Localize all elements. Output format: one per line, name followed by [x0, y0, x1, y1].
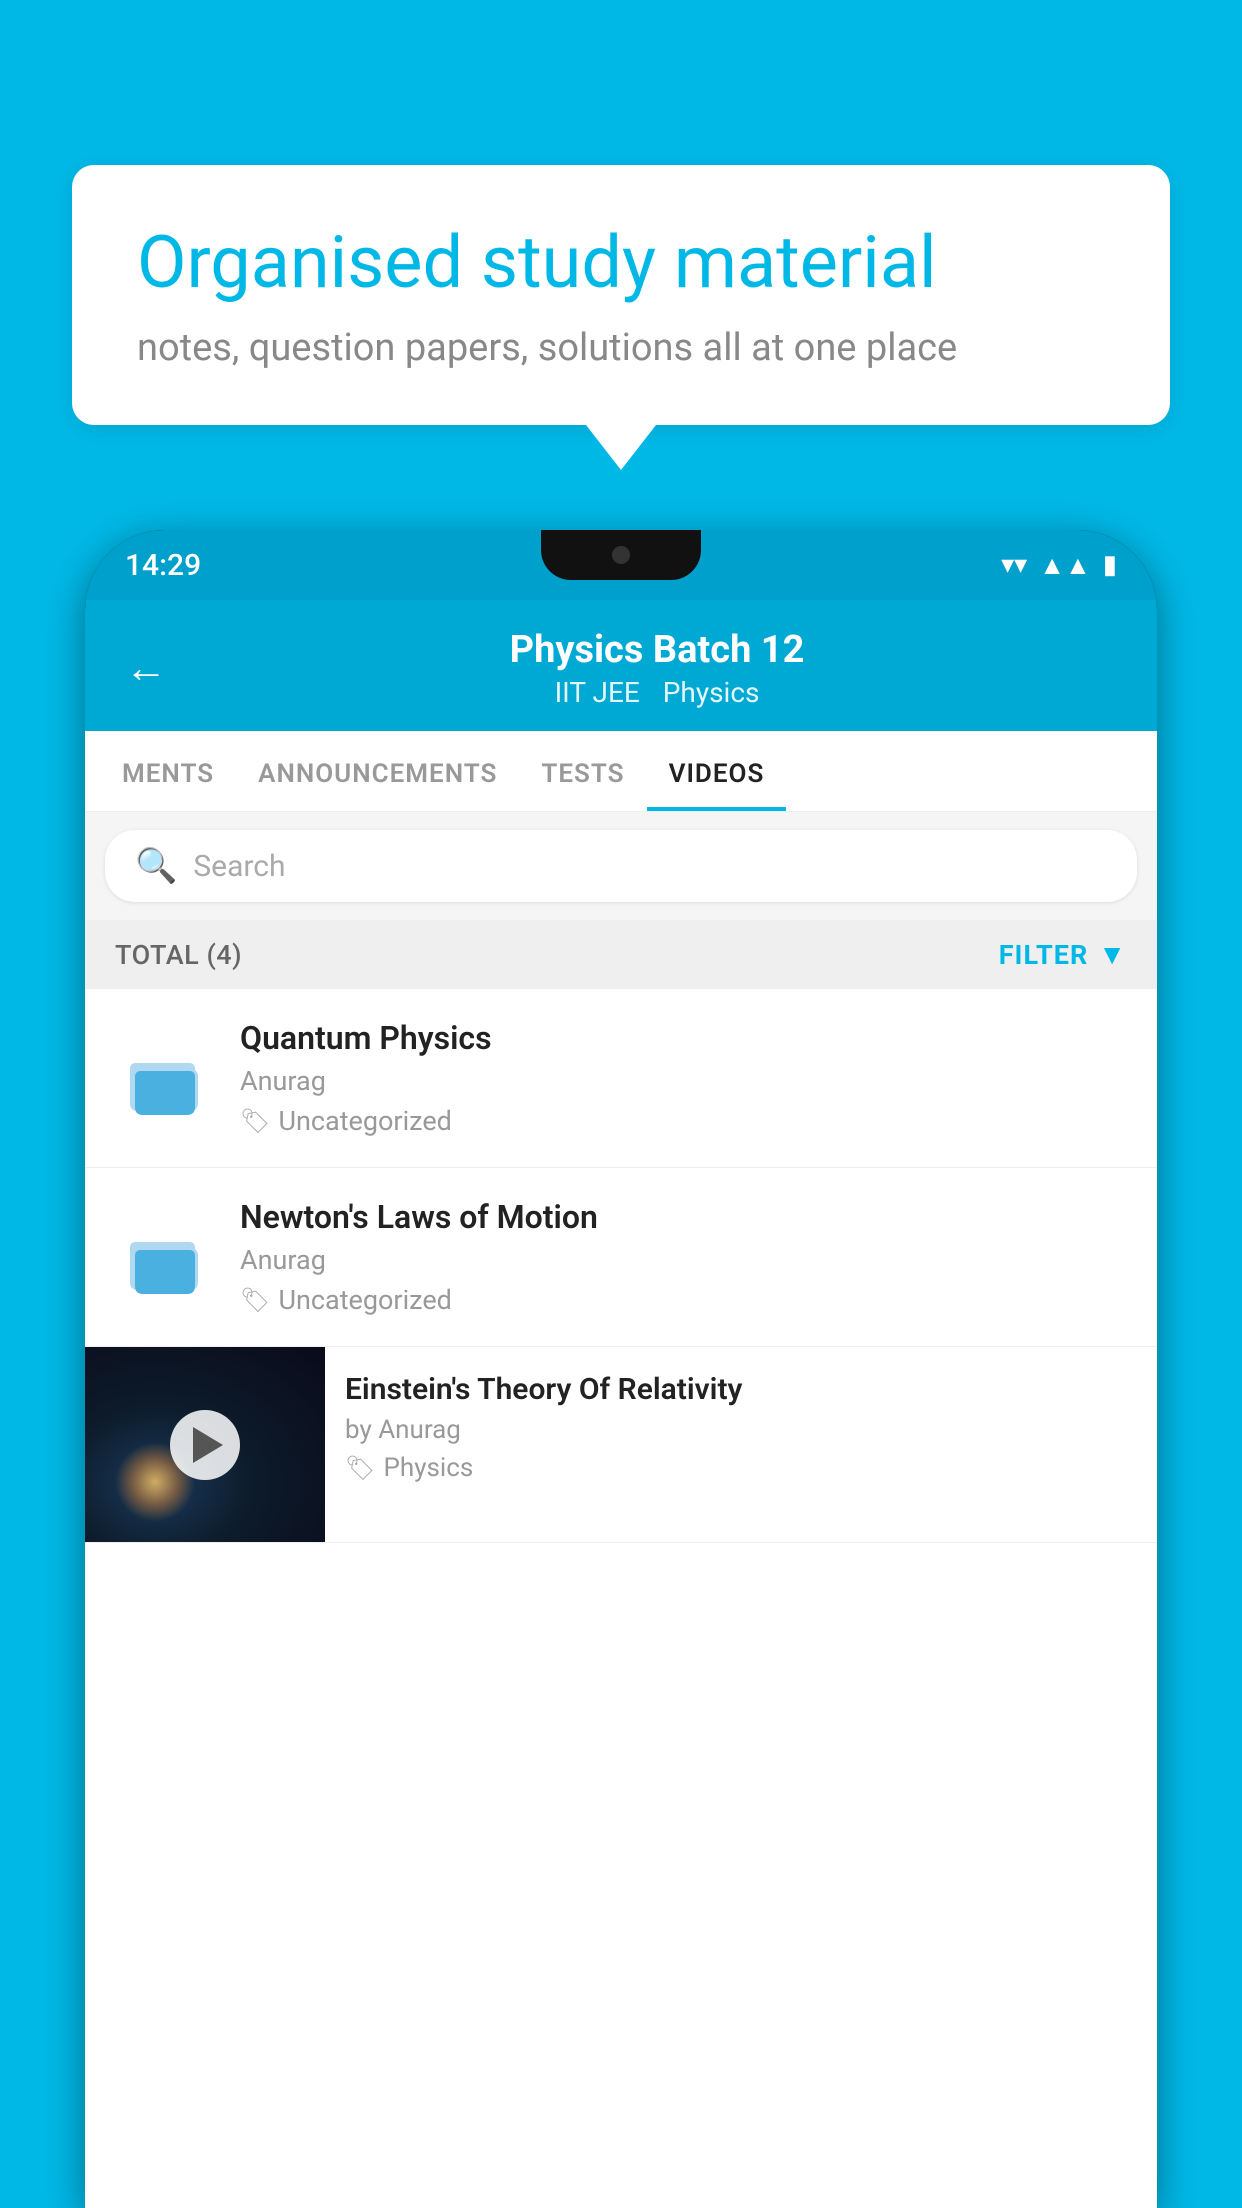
header-main-title: Physics Batch 12: [197, 628, 1117, 672]
back-button[interactable]: ←: [125, 644, 167, 693]
bubble-title: Organised study material: [137, 220, 1105, 306]
video-list: Quantum Physics Anurag 🏷 Uncategorized: [85, 989, 1157, 2208]
tag-icon-2: 🏷: [240, 1286, 270, 1314]
wifi-icon: ▾▾: [1001, 550, 1027, 580]
app-header: ← Physics Batch 12 IIT JEE Physics: [85, 600, 1157, 731]
battery-icon: ▮: [1103, 550, 1117, 580]
tag-iit-jee: IIT JEE: [555, 676, 640, 709]
tabs-bar: MENTS ANNOUNCEMENTS TESTS VIDEOS: [85, 731, 1157, 812]
bubble-subtitle: notes, question papers, solutions all at…: [137, 326, 1105, 370]
video-thumbnail-3: [85, 1347, 325, 1542]
search-bar-container: 🔍 Search: [85, 812, 1157, 920]
filter-button[interactable]: FILTER ▼: [999, 938, 1127, 971]
speech-bubble: Organised study material notes, question…: [72, 165, 1170, 425]
video-info-3: Einstein's Theory Of Relativity by Anura…: [325, 1347, 1157, 1508]
folder-icon-2: [125, 1217, 205, 1297]
tab-announcements[interactable]: ANNOUNCEMENTS: [236, 731, 519, 811]
status-time: 14:29: [125, 548, 201, 583]
tab-videos[interactable]: VIDEOS: [647, 731, 787, 811]
video-item-2[interactable]: Newton's Laws of Motion Anurag 🏷 Uncateg…: [85, 1168, 1157, 1347]
filter-bar: TOTAL (4) FILTER ▼: [85, 920, 1157, 989]
search-placeholder: Search: [193, 849, 285, 884]
video-thumb-1: [115, 1031, 215, 1126]
video-author-2: Anurag: [240, 1244, 1127, 1276]
filter-label: FILTER: [999, 939, 1089, 971]
speech-bubble-arrow: [586, 425, 656, 470]
speech-bubble-container: Organised study material notes, question…: [72, 165, 1170, 470]
tab-ments[interactable]: MENTS: [100, 731, 236, 811]
video-info-2: Newton's Laws of Motion Anurag 🏷 Uncateg…: [240, 1198, 1127, 1316]
video-tag-1: 🏷 Uncategorized: [240, 1105, 1127, 1137]
video-tag-2: 🏷 Uncategorized: [240, 1284, 1127, 1316]
app-content: ← Physics Batch 12 IIT JEE Physics MENTS…: [85, 600, 1157, 2208]
camera-dot: [612, 546, 630, 564]
tag-icon-3: 🏷: [345, 1454, 375, 1482]
video-author-1: Anurag: [240, 1065, 1127, 1097]
video-info-1: Quantum Physics Anurag 🏷 Uncategorized: [240, 1019, 1127, 1137]
play-triangle-icon: [193, 1427, 223, 1463]
video-author-3: by Anurag: [345, 1415, 1137, 1445]
video-title-1: Quantum Physics: [240, 1019, 1127, 1057]
search-icon: 🔍: [135, 846, 177, 886]
header-sub-tags: IIT JEE Physics: [197, 676, 1117, 709]
header-title-block: Physics Batch 12 IIT JEE Physics: [197, 628, 1117, 709]
video-title-3: Einstein's Theory Of Relativity: [345, 1372, 1137, 1407]
search-bar[interactable]: 🔍 Search: [105, 830, 1137, 902]
tab-tests[interactable]: TESTS: [519, 731, 646, 811]
tag-physics: Physics: [663, 676, 760, 709]
play-button-3[interactable]: [170, 1410, 240, 1480]
video-tag-3: 🏷 Physics: [345, 1453, 1137, 1483]
status-bar: 14:29 ▾▾ ▲▲ ▮: [85, 530, 1157, 600]
video-thumb-2: [115, 1210, 215, 1305]
video-item-3[interactable]: Einstein's Theory Of Relativity by Anura…: [85, 1347, 1157, 1543]
total-count: TOTAL (4): [115, 939, 242, 971]
folder-icon-1: [125, 1038, 205, 1118]
tag-icon-1: 🏷: [240, 1107, 270, 1135]
filter-funnel-icon: ▼: [1098, 938, 1127, 971]
phone-frame: 14:29 ▾▾ ▲▲ ▮ ← Physics Batch 12 IIT JEE…: [85, 530, 1157, 2208]
video-item-1[interactable]: Quantum Physics Anurag 🏷 Uncategorized: [85, 989, 1157, 1168]
video-title-2: Newton's Laws of Motion: [240, 1198, 1127, 1236]
signal-icon: ▲▲: [1039, 550, 1090, 581]
notch: [541, 530, 701, 580]
status-icons: ▾▾ ▲▲ ▮: [1001, 550, 1117, 581]
